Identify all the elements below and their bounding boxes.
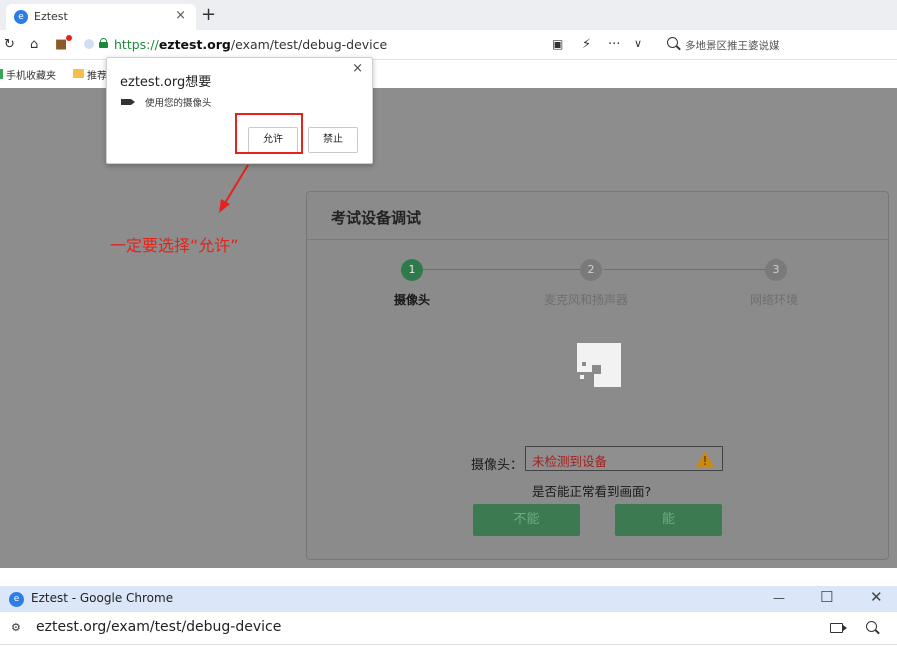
chrome-address-bar: ⚙ eztest.org/exam/test/debug-device bbox=[0, 612, 897, 645]
chrome-title-bar: e Eztest - Google Chrome — ☐ ✕ bbox=[0, 586, 897, 612]
step-3-circle: 3 bbox=[765, 259, 787, 281]
popup-close-button[interactable]: × bbox=[352, 61, 363, 76]
step-2-circle: 2 bbox=[580, 259, 602, 281]
chrome-url[interactable]: eztest.org/exam/test/debug-device bbox=[36, 619, 281, 635]
search-suggestion[interactable]: 多地景区推王婆说媒 bbox=[685, 38, 780, 53]
zoom-icon[interactable] bbox=[866, 621, 877, 632]
window-title: Eztest - Google Chrome bbox=[31, 591, 174, 605]
annotation-arrow bbox=[219, 164, 249, 213]
camera-icon bbox=[121, 99, 135, 105]
bookmark-marker bbox=[0, 69, 3, 79]
maximize-button[interactable]: ☐ bbox=[820, 588, 833, 606]
tab-close-button[interactable]: × bbox=[175, 8, 186, 23]
card-title: 考试设备调试 bbox=[331, 209, 422, 227]
home-icon[interactable]: ⌂ bbox=[30, 37, 38, 52]
search-icon[interactable] bbox=[667, 37, 678, 48]
bookmark-mobile-favorites[interactable]: 手机收藏夹 bbox=[6, 67, 56, 82]
chevron-down-icon[interactable]: ∨ bbox=[634, 37, 642, 50]
lightning-icon[interactable]: ⚡ bbox=[582, 37, 591, 52]
step-1-circle: 1 bbox=[401, 259, 423, 281]
popup-permission-text: 使用您的摄像头 bbox=[145, 98, 212, 109]
eztest-logo-icon: e bbox=[14, 10, 28, 24]
block-button[interactable]: 禁止 bbox=[308, 127, 358, 153]
browser-toolbar: ↻ ⌂ ■ https://eztest.org/exam/test/debug… bbox=[0, 30, 897, 60]
step-connector-2 bbox=[604, 269, 774, 270]
camera-question: 是否能正常看到画面? bbox=[532, 484, 652, 499]
camera-select[interactable]: 未检测到设备 bbox=[525, 446, 723, 471]
tab-title: Eztest bbox=[34, 10, 68, 23]
camera-placeholder-icon bbox=[577, 343, 621, 387]
can-see-button[interactable]: 能 bbox=[615, 504, 722, 536]
tab-eztest[interactable]: e Eztest × bbox=[6, 4, 196, 30]
new-tab-button[interactable]: + bbox=[201, 4, 216, 25]
device-debug-card: 考试设备调试 1 2 3 摄像头 麦克风和扬声器 网络环境 摄像头： 未检测到设… bbox=[306, 191, 889, 560]
tab-strip: e Eztest × + bbox=[0, 0, 897, 30]
camera-field-label: 摄像头： bbox=[471, 458, 524, 473]
notification-dot bbox=[66, 35, 72, 41]
minimize-button[interactable]: — bbox=[773, 591, 785, 605]
step-3-label: 网络环境 bbox=[750, 293, 799, 307]
site-settings-icon[interactable]: ⚙ bbox=[11, 621, 21, 634]
warning-icon bbox=[696, 451, 714, 467]
bookmark-recommended[interactable]: 推荐 bbox=[87, 67, 107, 82]
eztest-logo-icon: e bbox=[9, 592, 24, 607]
more-icon[interactable]: ··· bbox=[608, 37, 620, 52]
cannot-see-button[interactable]: 不能 bbox=[473, 504, 580, 536]
close-window-button[interactable]: ✕ bbox=[870, 588, 883, 606]
address-bar-url[interactable]: https://eztest.org/exam/test/debug-devic… bbox=[114, 37, 387, 52]
allow-button-highlight bbox=[235, 113, 303, 154]
step-connector-1 bbox=[422, 269, 592, 270]
refresh-icon[interactable]: ↻ bbox=[4, 37, 15, 52]
chrome-window: e Eztest - Google Chrome — ☐ ✕ ⚙ eztest.… bbox=[0, 586, 897, 646]
annotation-text: 一定要选择“允许” bbox=[110, 236, 239, 255]
step-1-label: 摄像头 bbox=[394, 293, 431, 307]
screenshot-root: e Eztest × + ↻ ⌂ ■ https://eztest.org/ex… bbox=[0, 0, 897, 646]
folder-icon bbox=[73, 69, 84, 78]
screenshot-icon[interactable]: ▣ bbox=[552, 37, 563, 51]
step-2-label: 麦克风和扬声器 bbox=[544, 293, 629, 307]
popup-title: eztest.org想要 bbox=[120, 75, 212, 90]
card-header: 考试设备调试 bbox=[307, 192, 888, 240]
camera-status-value: 未检测到设备 bbox=[532, 454, 608, 469]
camera-blocked-icon[interactable] bbox=[830, 623, 847, 633]
site-shield-icon bbox=[84, 39, 94, 49]
lock-icon[interactable] bbox=[99, 38, 108, 48]
